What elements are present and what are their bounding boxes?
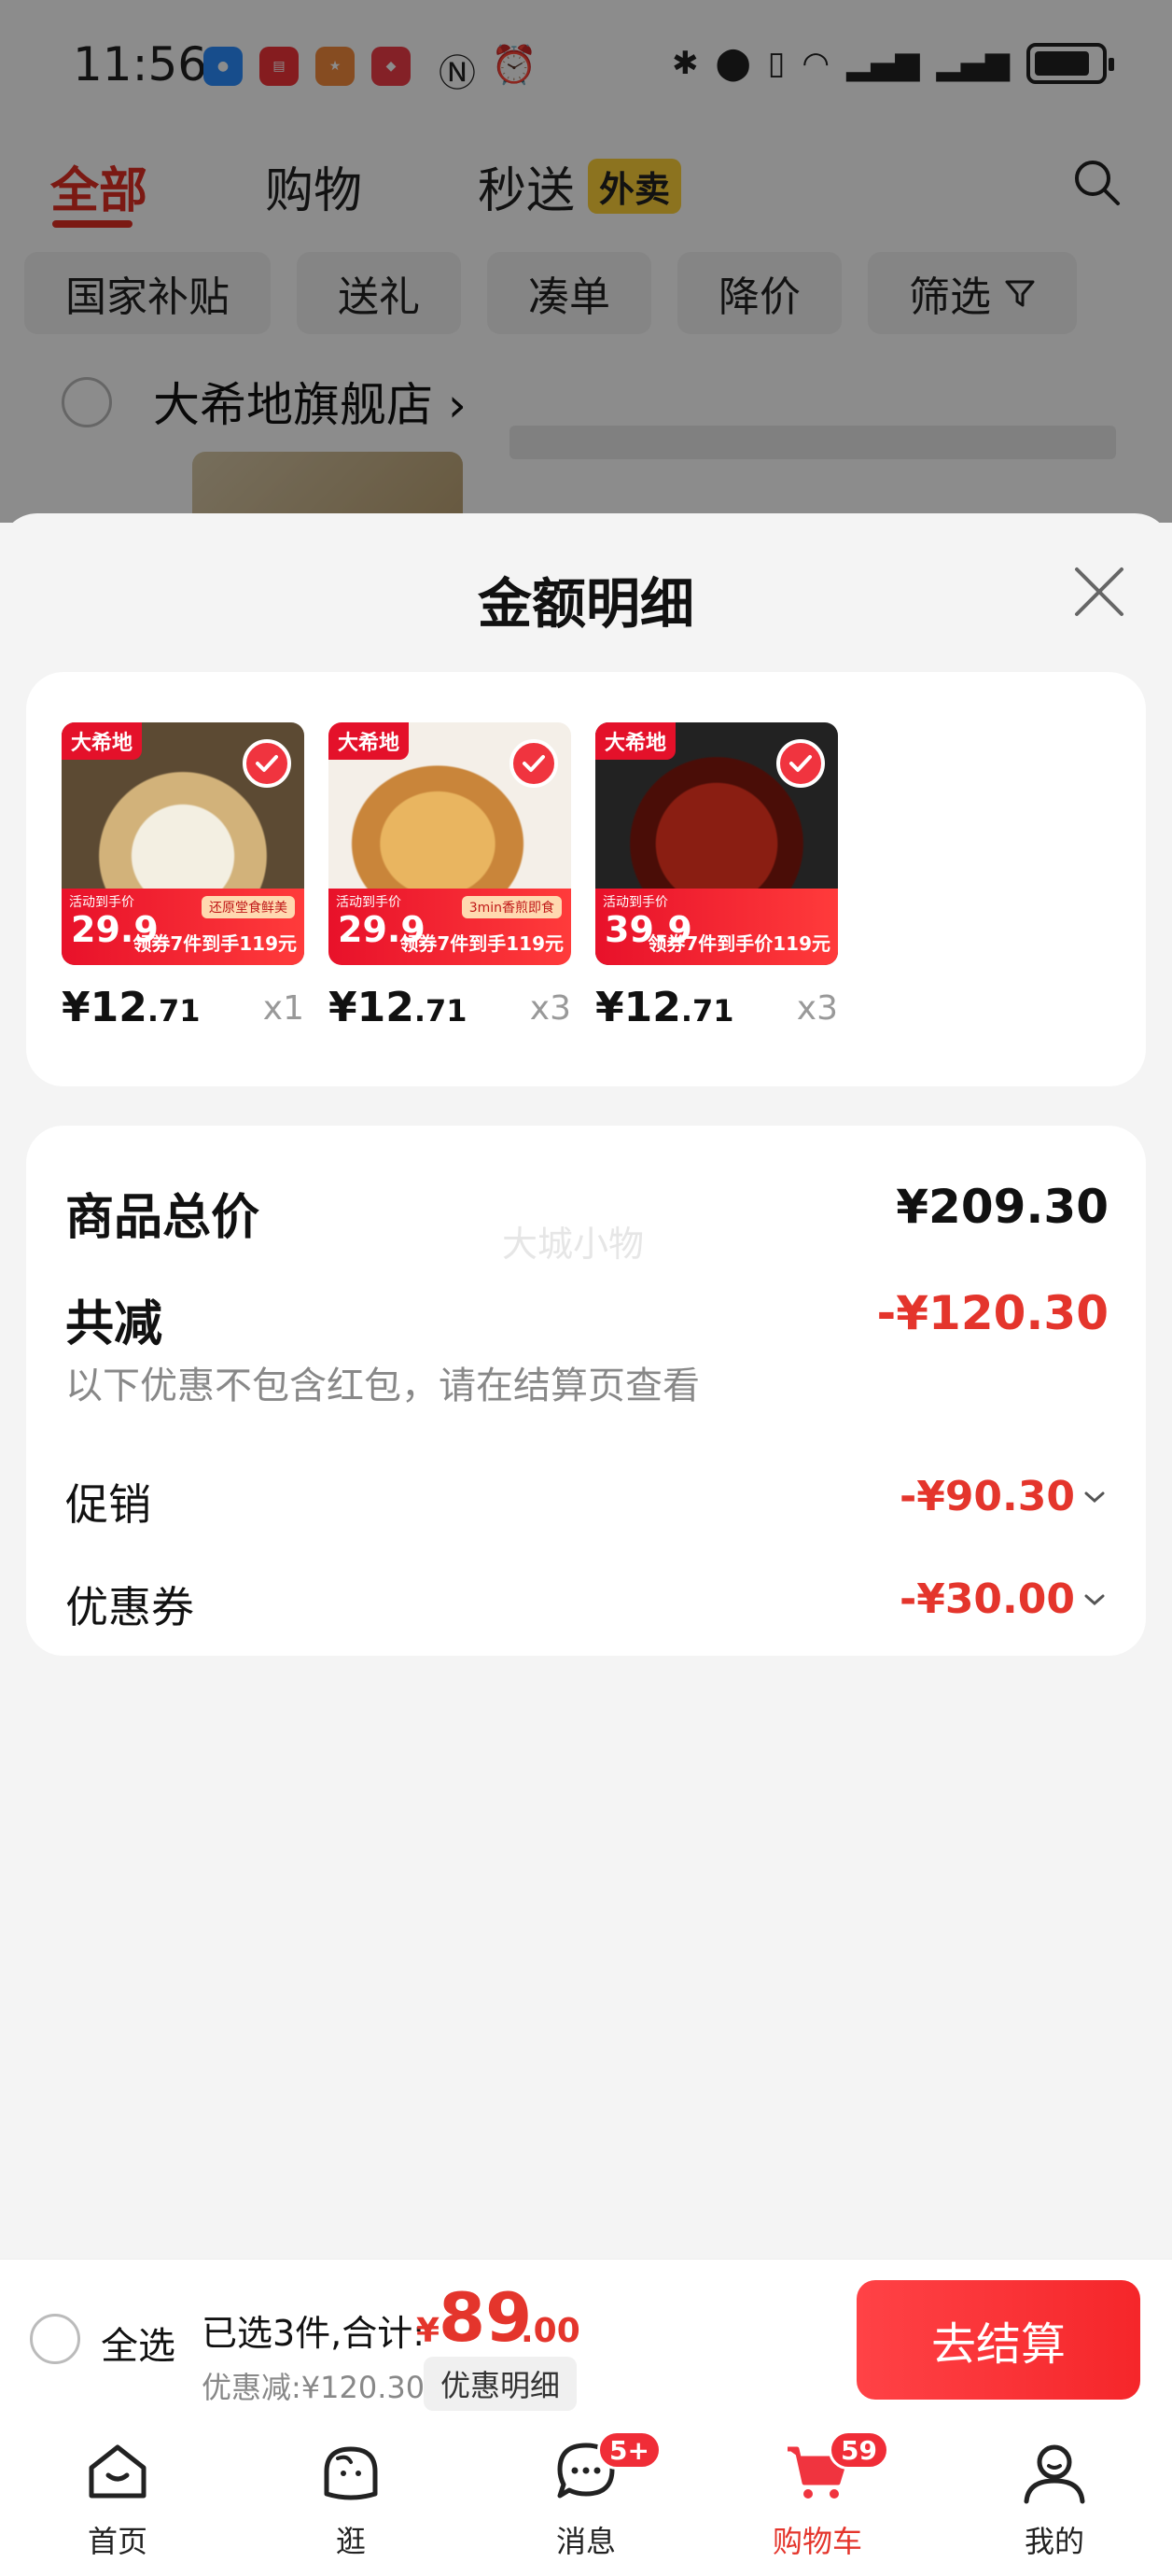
- product-image: 大希地 活动到手价 39.9 领券7件到手价119元: [595, 722, 838, 965]
- chevron-down-icon: [1084, 1491, 1105, 1503]
- total-decimal: .00: [521, 2312, 580, 2350]
- select-all-label[interactable]: 全选: [101, 2316, 175, 2370]
- promo-line: 领券7件到手119元: [133, 932, 297, 955]
- product-price: ¥12.71: [328, 984, 467, 1031]
- total-price-value: ¥209.30: [896, 1180, 1109, 1234]
- total-currency: ¥: [416, 2312, 440, 2350]
- tab-profile[interactable]: 我的: [980, 2436, 1129, 2561]
- discount-text: 优惠减:¥120.30: [202, 2370, 426, 2405]
- checkout-label: 去结算: [930, 2318, 1066, 2371]
- promo-line: 领券7件到手价119元: [648, 932, 830, 955]
- product-item[interactable]: 大希地 活动到手价 39.9 领券7件到手价119元 ¥12.71 x3: [595, 722, 838, 1031]
- tab-messages[interactable]: 5+ 消息: [511, 2430, 662, 2561]
- brand-label: 大希地: [595, 722, 677, 760]
- total-integer: 89: [439, 2278, 533, 2357]
- tab-browse[interactable]: 逛: [276, 2436, 426, 2561]
- product-price: ¥12.71: [595, 984, 734, 1031]
- promotion-label: 促销: [65, 1479, 151, 1530]
- total-reduction-value: -¥120.30: [876, 1286, 1109, 1340]
- select-all-radio[interactable]: [30, 2314, 80, 2364]
- close-icon[interactable]: [1071, 564, 1127, 620]
- cart-badge: 59: [829, 2430, 889, 2470]
- tab-cart[interactable]: 59 购物车: [743, 2430, 892, 2561]
- brand-label: 大希地: [62, 722, 143, 760]
- promotion-value: -¥90.30: [899, 1473, 1075, 1520]
- checkout-bar: 全选 已选3件,合计: ¥ 89 .00 优惠减:¥120.30 优惠明细 去结…: [0, 2259, 1172, 2417]
- tab-label: 消息: [555, 2524, 616, 2559]
- home-icon: [89, 2444, 146, 2499]
- product-image: 大希地 活动到手价 29.9 3min香煎即食 领券7件到手119元: [328, 722, 571, 965]
- amount-detail-sheet: 金额明细 大希地 活动到手价 29.9 还原堂食鲜美 领券7件到手119元 ¥1…: [0, 513, 1172, 2268]
- coupon-value: -¥30.00: [899, 1575, 1075, 1623]
- checkout-button[interactable]: 去结算: [857, 2280, 1140, 2400]
- product-image: 大希地 活动到手价 29.9 还原堂食鲜美 领券7件到手119元: [62, 722, 304, 965]
- promo-banner: 活动到手价 29.9 还原堂食鲜美 领券7件到手119元: [62, 889, 304, 965]
- product-qty: x3: [529, 989, 571, 1028]
- products-card: 大希地 活动到手价 29.9 还原堂食鲜美 领券7件到手119元 ¥12.71 …: [26, 672, 1146, 1086]
- product-price: ¥12.71: [62, 984, 201, 1031]
- promo-small: 活动到手价: [69, 895, 134, 910]
- price-dec: .71: [413, 993, 467, 1029]
- profile-icon: [1024, 2444, 1085, 2504]
- chevron-down-icon: [1084, 1594, 1105, 1605]
- coupon-value-row[interactable]: -¥30.00: [900, 1575, 1105, 1623]
- brand-label: 大希地: [328, 722, 410, 760]
- reduction-hint: 以下优惠不包含红包，请在结算页查看: [65, 1365, 700, 1407]
- total-price-label: 商品总价: [65, 1190, 260, 1246]
- price-dec: .71: [146, 993, 201, 1029]
- checked-icon: [243, 739, 291, 788]
- browse-icon: [324, 2446, 378, 2500]
- overlay-dim[interactable]: [0, 0, 1172, 523]
- promo-tag: 还原堂食鲜美: [202, 896, 295, 918]
- selected-summary: 已选3件,合计:: [202, 2313, 426, 2354]
- total-reduction-label: 共减: [65, 1296, 163, 1352]
- promo-small: 活动到手价: [603, 895, 668, 910]
- promotion-value-row[interactable]: -¥90.30: [900, 1473, 1105, 1520]
- price-summary-card: 商品总价 ¥209.30 大城小物 共减 -¥120.30 以下优惠不包含红包，…: [26, 1126, 1146, 1656]
- promo-banner: 活动到手价 29.9 3min香煎即食 领券7件到手119元: [328, 889, 571, 965]
- product-qty: x1: [262, 989, 304, 1028]
- discount-detail-button[interactable]: 优惠明细: [424, 2357, 578, 2411]
- promo-small: 活动到手价: [336, 895, 401, 910]
- checked-icon: [509, 739, 558, 788]
- product-item[interactable]: 大希地 活动到手价 29.9 3min香煎即食 领券7件到手119元 ¥12.7…: [328, 722, 571, 1031]
- promo-line: 领券7件到手119元: [399, 932, 564, 955]
- promo-tag: 3min香煎即食: [461, 896, 562, 918]
- bottom-tab-bar: 首页 逛 5+ 消息 59 购物车 我的: [0, 2417, 1172, 2576]
- checked-icon: [776, 739, 825, 788]
- price-int: ¥12: [595, 984, 681, 1031]
- promo-banner: 活动到手价 39.9 领券7件到手价119元: [595, 889, 838, 965]
- tab-label: 首页: [87, 2524, 147, 2559]
- message-badge: 5+: [597, 2430, 662, 2470]
- cart-page-background: 11:56 ● ▤ ★ ◆ Ⓝ ⏰ ✱ ⬤ ▯ ◠ ▂▄▆ ▂▄▆ 全部 购物 …: [0, 0, 1172, 594]
- price-int: ¥12: [62, 984, 147, 1031]
- tab-label: 我的: [1024, 2524, 1084, 2559]
- product-qty: x3: [796, 989, 838, 1028]
- price-int: ¥12: [328, 984, 414, 1031]
- watermark: 大城小物: [502, 1224, 645, 1265]
- tab-label: 逛: [335, 2524, 366, 2559]
- sheet-title: 金额明细: [477, 572, 694, 636]
- coupon-label: 优惠券: [65, 1582, 194, 1632]
- product-item[interactable]: 大希地 活动到手价 29.9 还原堂食鲜美 领券7件到手119元 ¥12.71 …: [62, 722, 304, 1031]
- tab-label: 购物车: [772, 2524, 862, 2559]
- price-dec: .71: [680, 993, 734, 1029]
- tab-home[interactable]: 首页: [43, 2436, 192, 2561]
